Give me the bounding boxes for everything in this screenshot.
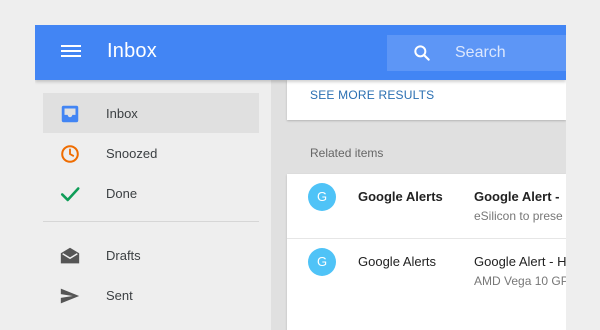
sidebar-divider — [43, 221, 259, 222]
related-items-list: G Google Alerts Google Alert - eSilicon … — [287, 174, 566, 330]
email-sender: Google Alerts — [358, 254, 437, 269]
email-subject: Google Alert - — [474, 189, 560, 204]
email-snippet: AMD Vega 10 GP — [474, 274, 566, 288]
search-input[interactable] — [455, 43, 560, 63]
page-title: Inbox — [107, 40, 157, 62]
email-sender: Google Alerts — [358, 189, 443, 204]
see-more-results-link[interactable]: SEE MORE RESULTS — [310, 88, 434, 102]
clock-icon — [61, 145, 79, 163]
results-card: SEE MORE RESULTS — [287, 80, 566, 120]
search-results: SEE MORE RESULTS Related items G Google … — [287, 80, 566, 330]
sidebar-item-inbox[interactable]: Inbox — [43, 93, 259, 133]
email-row[interactable]: G Google Alerts Google Alert - eSilicon … — [287, 174, 566, 238]
email-row[interactable]: G Google Alerts Google Alert - H AMD Veg… — [287, 238, 566, 302]
send-icon — [60, 288, 80, 304]
email-subject: Google Alert - H — [474, 254, 566, 269]
check-icon — [60, 187, 80, 202]
sidebar-item-label: Inbox — [106, 106, 138, 121]
search-box[interactable] — [387, 35, 566, 71]
sidebar-item-label: Drafts — [106, 248, 141, 263]
sidebar-item-done[interactable]: Done — [43, 173, 259, 213]
sidebar-item-label: Snoozed — [106, 146, 158, 161]
sidebar-item-label: Sent — [106, 288, 133, 303]
avatar: G — [308, 248, 336, 276]
related-items-heading: Related items — [310, 146, 384, 160]
sidebar-item-drafts[interactable]: Drafts — [43, 235, 259, 275]
inbox-icon — [61, 105, 79, 123]
top-app-bar: Inbox — [35, 25, 566, 80]
app-window: Inbox Inbox Snoozed — [35, 25, 566, 330]
search-icon[interactable] — [412, 43, 432, 63]
avatar: G — [308, 183, 336, 211]
sidebar-item-snoozed[interactable]: Snoozed — [43, 133, 259, 173]
drafts-icon — [60, 247, 80, 264]
email-snippet: eSilicon to prese — [474, 209, 563, 223]
sidebar-item-sent[interactable]: Sent — [43, 275, 259, 315]
sidebar: Inbox Snoozed Done Drafts Sent — [35, 80, 271, 330]
sidebar-item-label: Done — [106, 186, 138, 201]
menu-icon[interactable] — [61, 43, 81, 63]
